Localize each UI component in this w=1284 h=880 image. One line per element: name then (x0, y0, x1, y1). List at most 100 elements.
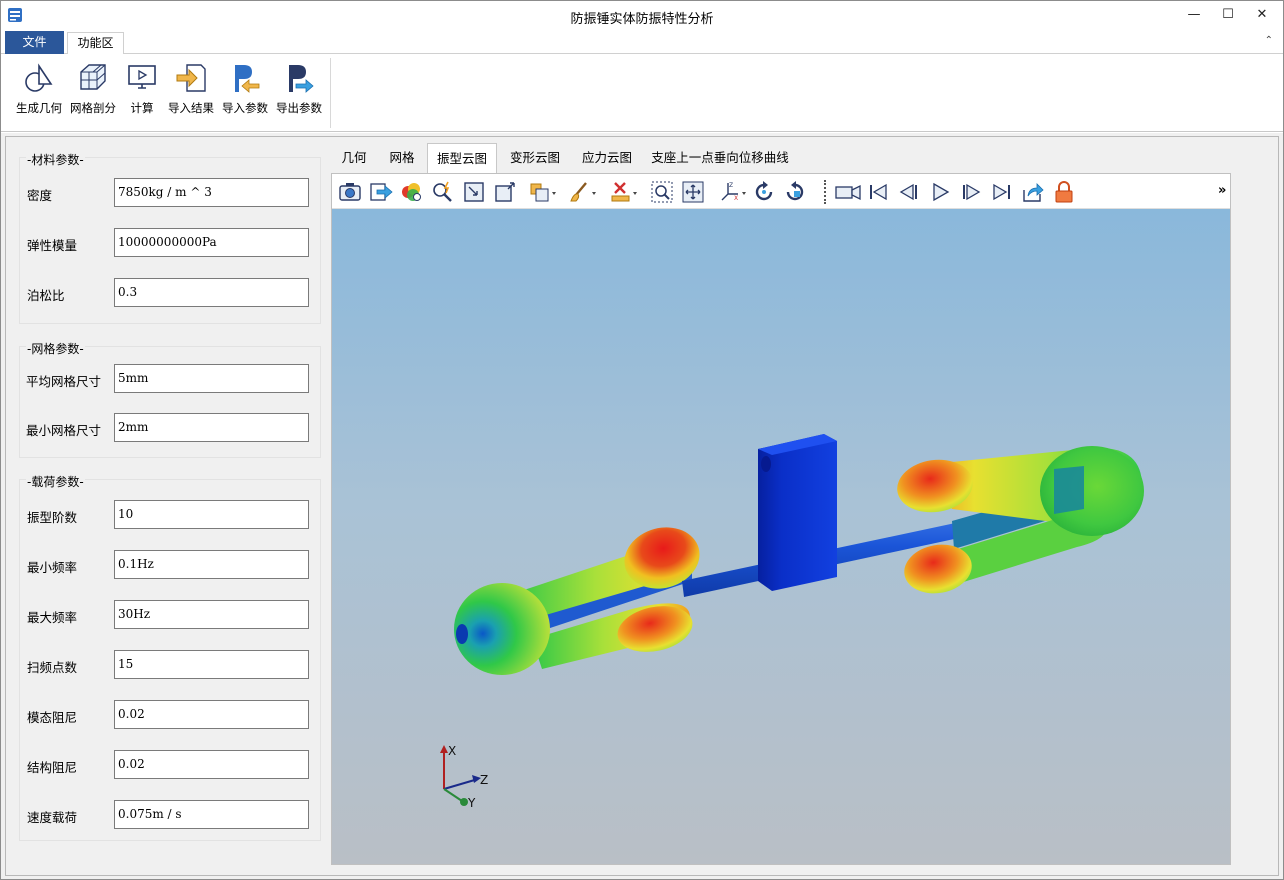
tab-mesh[interactable]: 网格 (383, 145, 421, 173)
play-icon[interactable] (928, 180, 952, 204)
velocity-load-input[interactable]: 0.075m / s (114, 800, 309, 829)
maximize-button[interactable]: ☐ (1211, 1, 1245, 31)
structural-damping-input[interactable]: 0.02 (114, 750, 309, 779)
min-frequency-label: 最小频率 (27, 560, 78, 575)
mesh-label: 网格剖分 (70, 101, 116, 115)
mode-order-input[interactable]: 10 (114, 500, 309, 529)
geometry-shapes-icon (25, 63, 53, 92)
density-input[interactable]: 7850kg / m ^ 3 (114, 178, 309, 207)
mesh-params-group: -网格参数- 平均网格尺寸 5mm 最小网格尺寸 2mm (19, 340, 321, 458)
fit-corner-icon[interactable] (493, 180, 517, 204)
axis-triad: X Z Y (440, 744, 488, 810)
record-icon[interactable] (834, 180, 862, 204)
velocity-load-label: 速度载荷 (27, 810, 78, 825)
ribbon-separator (330, 58, 331, 128)
mesh-button[interactable]: 网格剖分 (67, 60, 119, 120)
next-frame-icon[interactable] (959, 180, 983, 204)
tab-support-displacement-curve[interactable]: 支座上一点垂向位移曲线 (649, 145, 791, 173)
title-bar: 防振锤实体防振特性分析 — ☐ ✕ (1, 1, 1283, 31)
tab-mode-shape-contour[interactable]: 振型云图 (427, 143, 497, 174)
3d-viewer: ZX » X Z Y (331, 173, 1231, 865)
svg-text:Z: Z (729, 182, 733, 189)
monitor-play-icon (128, 65, 156, 89)
material-params-group: -材料参数- 密度 7850kg / m ^ 3 弹性模量 1000000000… (19, 151, 321, 324)
elastic-modulus-label: 弹性模量 (27, 238, 78, 253)
right-end-slot (1054, 466, 1084, 514)
axis-z-label: Z (480, 773, 488, 787)
poisson-ratio-input[interactable]: 0.3 (114, 278, 309, 307)
load-params-group: -载荷参数- 振型阶数 10 最小频率 0.1Hz 最大频率 30Hz 扫频点数… (19, 473, 321, 841)
axis-x-label: X (448, 744, 456, 758)
tab-deformation-contour[interactable]: 变形云图 (503, 145, 567, 173)
lock-icon[interactable] (1052, 180, 1076, 204)
left-end-cap (454, 583, 550, 675)
load-params-title: -载荷参数- (26, 473, 85, 490)
toolbar-separator (824, 180, 826, 204)
prev-frame-icon[interactable] (897, 180, 921, 204)
share-icon[interactable] (1021, 180, 1045, 204)
parameter-export-icon (289, 65, 314, 93)
compute-button[interactable]: 计算 (121, 60, 163, 120)
mode-shape-render: X Z Y (440, 434, 1144, 810)
min-frequency-input[interactable]: 0.1Hz (114, 550, 309, 579)
import-arrow-icon (176, 64, 206, 92)
axis-icon[interactable]: ZX (718, 180, 748, 204)
material-params-title: -材料参数- (26, 151, 85, 168)
sweep-points-input[interactable]: 15 (114, 650, 309, 679)
viewer-toolbar: ZX » (332, 174, 1230, 209)
ribbon-tab-bar: 文件 功能区 ⌃ (1, 31, 1283, 55)
avg-mesh-size-label: 平均网格尺寸 (26, 374, 102, 389)
import-results-label: 导入结果 (168, 101, 214, 115)
color-map-icon[interactable] (400, 180, 424, 204)
density-label: 密度 (27, 188, 53, 203)
svg-text:X: X (734, 195, 738, 202)
box-select-icon[interactable] (528, 180, 558, 204)
export-params-label: 导出参数 (276, 101, 322, 115)
mesh-params-title: -网格参数- (26, 340, 85, 357)
modal-damping-label: 模态阻尼 (27, 710, 78, 725)
pan-icon[interactable] (681, 180, 705, 204)
generate-geometry-label: 生成几何 (16, 101, 62, 115)
avg-mesh-size-input[interactable]: 5mm (114, 364, 309, 393)
collapse-ribbon-icon[interactable]: ⌃ (1265, 35, 1273, 46)
mesh-cube-icon (80, 64, 106, 90)
min-mesh-size-label: 最小网格尺寸 (26, 423, 102, 438)
max-frequency-label: 最大频率 (27, 610, 78, 625)
last-frame-icon[interactable] (990, 180, 1014, 204)
toolbar-overflow-icon[interactable]: » (1218, 183, 1226, 198)
clear-icon[interactable] (609, 180, 639, 204)
axis-y-label: Y (467, 796, 476, 810)
rotate-ccw-icon[interactable] (783, 180, 807, 204)
modal-damping-input[interactable]: 0.02 (114, 700, 309, 729)
zoom-window-icon[interactable] (650, 180, 674, 204)
min-mesh-size-input[interactable]: 2mm (114, 413, 309, 442)
camera-icon[interactable] (338, 180, 362, 204)
tab-geometry[interactable]: 几何 (335, 145, 373, 173)
export-params-button[interactable]: 导出参数 (273, 60, 325, 120)
app-window: 防振锤实体防振特性分析 — ☐ ✕ 文件 功能区 ⌃ 生成几何 网格剖分 计算 … (0, 0, 1284, 880)
import-params-button[interactable]: 导入参数 (219, 60, 271, 120)
clamp-body (758, 434, 837, 591)
max-frequency-input[interactable]: 30Hz (114, 600, 309, 629)
clamp-hole (761, 456, 771, 472)
rotate-cw-icon[interactable] (752, 180, 776, 204)
generate-geometry-button[interactable]: 生成几何 (13, 60, 65, 120)
parameter-import-icon (235, 65, 260, 93)
first-frame-icon[interactable] (866, 180, 890, 204)
tab-stress-contour[interactable]: 应力云图 (575, 145, 639, 173)
tab-function-area[interactable]: 功能区 (67, 32, 124, 55)
import-results-button[interactable]: 导入结果 (165, 60, 217, 120)
brush-icon[interactable] (568, 180, 598, 204)
poisson-ratio-label: 泊松比 (27, 288, 65, 303)
close-button[interactable]: ✕ (1245, 1, 1279, 31)
mode-order-label: 振型阶数 (27, 510, 78, 525)
fit-view-icon[interactable] (462, 180, 486, 204)
import-params-label: 导入参数 (222, 101, 268, 115)
export-icon[interactable] (369, 180, 393, 204)
tab-file[interactable]: 文件 (5, 31, 64, 54)
sweep-points-label: 扫频点数 (27, 660, 78, 675)
elastic-modulus-input[interactable]: 10000000000Pa (114, 228, 309, 257)
minimize-button[interactable]: — (1177, 1, 1211, 31)
render-canvas[interactable]: X Z Y (332, 209, 1230, 864)
zoom-flash-icon[interactable] (431, 180, 455, 204)
